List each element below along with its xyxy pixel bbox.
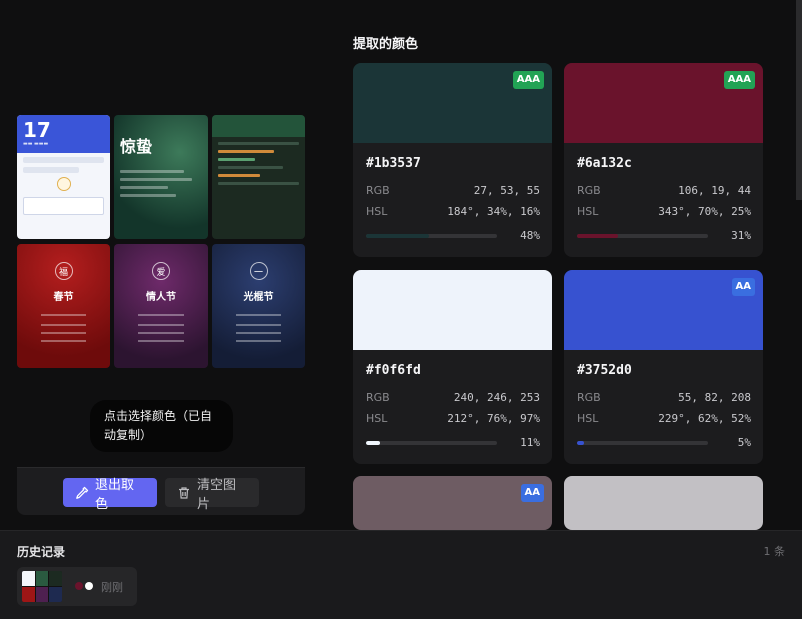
proportion-percent: 31%	[731, 229, 751, 242]
pick-color-tooltip: 点击选择颜色（已自动复制）	[90, 400, 233, 452]
swatch-color-block[interactable]: AA	[353, 476, 552, 530]
color-swatch-card[interactable]: AA #3752d0 RGB 55, 82, 208 HSL 229°, 62%, 52%…	[564, 270, 763, 464]
festival-title: 春节	[53, 292, 74, 303]
festival-glyph: 福	[54, 262, 73, 280]
contrast-badge: AAA	[512, 71, 544, 89]
history-title: 历史记录	[17, 545, 66, 559]
swatch-color-block[interactable]: AAA	[564, 63, 763, 143]
rgb-value[interactable]: 106, 19, 44	[678, 184, 751, 197]
hsl-value[interactable]: 229°, 62%, 52%	[658, 412, 751, 425]
trash-icon	[179, 486, 189, 499]
stats-bar	[218, 158, 256, 161]
stats-bar	[218, 182, 299, 185]
hsl-value[interactable]: 184°, 34%, 16%	[447, 205, 540, 218]
color-swatch-card[interactable]	[564, 476, 763, 530]
history-color-dot	[85, 582, 93, 590]
solar-term-title: 惊蛰	[120, 137, 153, 156]
stats-bar	[218, 150, 274, 153]
proportion-percent: 11%	[520, 436, 540, 449]
swatch-hex[interactable]: #3752d0	[577, 363, 632, 378]
solar-term-lines	[120, 165, 200, 202]
festival-glyph: 爱	[152, 262, 170, 280]
palette-title: 提取的颜色	[353, 37, 419, 52]
swatch-hex[interactable]: #1b3537	[366, 156, 421, 171]
proportion-fill	[366, 441, 381, 445]
proportion-bar	[366, 441, 497, 445]
history-item[interactable]: 刚刚	[17, 567, 137, 606]
swatch-hex[interactable]: #f0f6fd	[366, 363, 421, 378]
stats-bar	[218, 142, 299, 145]
calendar-subline: ▬▬ ▬▬▬	[23, 141, 49, 147]
preview-card-festival-3: 一 光棍节	[212, 244, 305, 368]
preview-card-festival-1: 福 春节	[17, 244, 110, 368]
calendar-row	[23, 167, 79, 173]
history-thumbnail	[22, 571, 62, 602]
history-panel: 历史记录 1 条 刚刚	[0, 530, 802, 619]
exit-picker-button[interactable]: 退出取色	[63, 478, 157, 512]
calendar-row	[23, 157, 104, 163]
image-preview-panel: 17 ▬▬ ▬▬▬ 惊蛰 福 春节 爱 情人节 一 光棍节 点击选择颜色（已自动…	[0, 0, 322, 530]
swatch-hex[interactable]: #6a132c	[577, 156, 632, 171]
contrast-badge: AAA	[723, 71, 755, 89]
festival-title: 光棍节	[243, 292, 274, 303]
hsl-label: HSL	[577, 205, 599, 218]
color-swatch-card[interactable]: AAA #6a132c RGB 106, 19, 44 HSL 343°, 70%, 25…	[564, 63, 763, 257]
preview-toolbar: 退出取色 清空图片	[17, 467, 305, 515]
hsl-value[interactable]: 343°, 70%, 25%	[658, 205, 751, 218]
preview-card-festival-2: 爱 情人节	[114, 244, 208, 368]
proportion-fill	[577, 441, 584, 445]
swatch-color-block[interactable]	[353, 270, 552, 350]
rgb-value[interactable]: 55, 82, 208	[678, 391, 751, 404]
color-swatch-card[interactable]: #f0f6fd RGB 240, 246, 253 HSL 212°, 76%, 97%…	[353, 270, 552, 464]
rgb-value[interactable]: 240, 246, 253	[454, 391, 540, 404]
contrast-badge: AA	[520, 484, 544, 502]
festival-glyph: 一	[249, 262, 268, 280]
proportion-bar	[366, 234, 497, 238]
hsl-value[interactable]: 212°, 76%, 97%	[447, 412, 540, 425]
festival-title: 情人节	[146, 292, 176, 303]
contrast-badge: AA	[731, 278, 755, 296]
hsl-label: HSL	[577, 412, 599, 425]
preview-card-calendar: 17 ▬▬ ▬▬▬	[17, 115, 110, 239]
swatch-color-block[interactable]	[564, 476, 763, 530]
proportion-bar	[577, 441, 708, 445]
stats-header	[212, 115, 305, 137]
proportion-fill	[577, 234, 618, 238]
rgb-label: RGB	[366, 184, 390, 197]
proportion-percent: 48%	[520, 229, 540, 242]
proportion-fill	[366, 234, 429, 238]
color-swatch-card[interactable]: AA	[353, 476, 552, 530]
clear-image-label: 清空图片	[197, 477, 237, 512]
clear-image-button[interactable]: 清空图片	[165, 478, 259, 512]
calendar-badge	[56, 177, 71, 191]
page-scrollbar[interactable]	[796, 0, 802, 200]
stats-bar	[218, 166, 284, 169]
rgb-label: RGB	[577, 184, 601, 197]
rgb-value[interactable]: 27, 53, 55	[474, 184, 540, 197]
proportion-bar	[577, 234, 708, 238]
history-count: 1 条	[763, 545, 786, 558]
hsl-label: HSL	[366, 205, 388, 218]
history-color-dot	[75, 582, 83, 590]
exit-picker-label: 退出取色	[95, 477, 135, 512]
stats-bar	[218, 174, 260, 177]
rgb-label: RGB	[366, 391, 390, 404]
rgb-label: RGB	[577, 391, 601, 404]
preview-card-solar-term: 惊蛰	[114, 115, 208, 239]
proportion-percent: 5%	[737, 436, 751, 449]
calendar-box	[23, 197, 104, 215]
history-time: 刚刚	[101, 581, 123, 594]
hsl-label: HSL	[366, 412, 388, 425]
calendar-day: 17	[23, 118, 51, 142]
color-swatch-card[interactable]: AAA #1b3537 RGB 27, 53, 55 HSL 184°, 34%, 16%…	[353, 63, 552, 257]
preview-card-stats	[212, 115, 305, 239]
calendar-header: 17 ▬▬ ▬▬▬	[17, 115, 110, 153]
pipette-icon	[76, 486, 89, 499]
swatch-color-block[interactable]: AAA	[353, 63, 552, 143]
uploaded-image[interactable]: 17 ▬▬ ▬▬▬ 惊蛰 福 春节 爱 情人节 一 光棍节	[17, 115, 305, 368]
swatch-color-block[interactable]: AA	[564, 270, 763, 350]
